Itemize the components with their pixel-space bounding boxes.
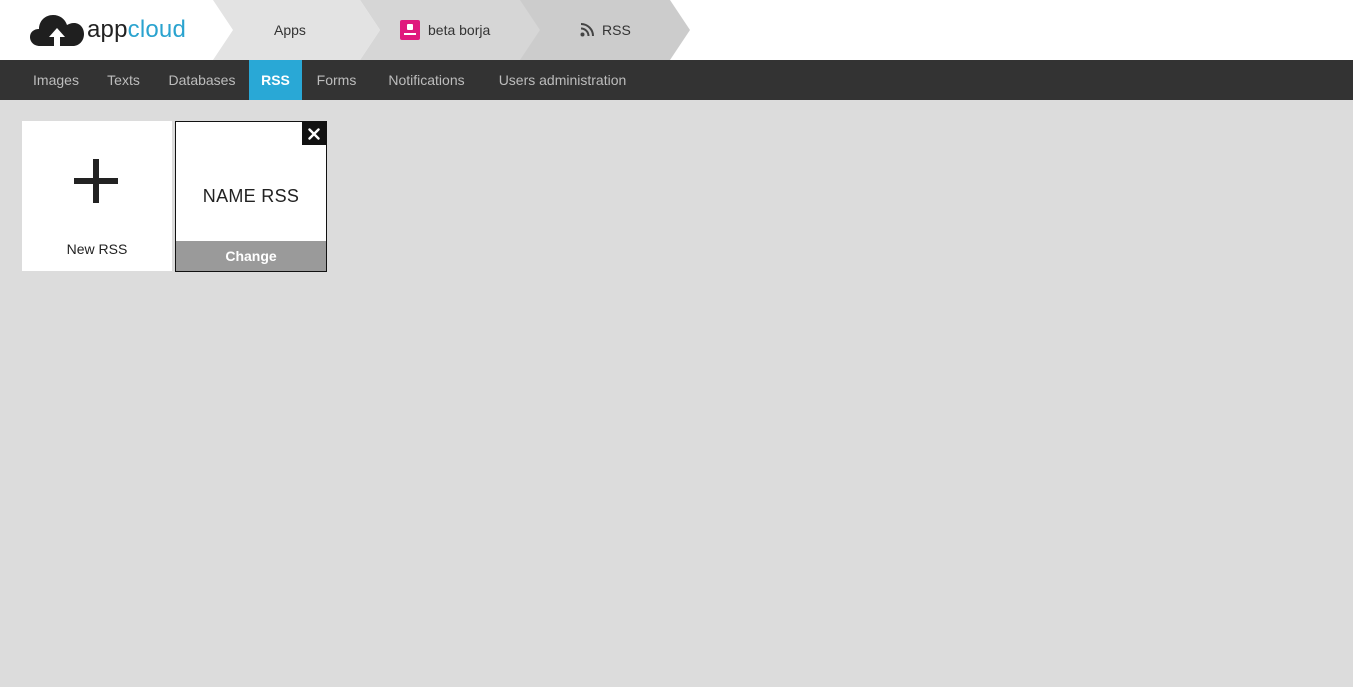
breadcrumb-rss[interactable]: RSS bbox=[580, 0, 631, 60]
breadcrumb-apps[interactable]: Apps bbox=[274, 0, 306, 60]
close-icon bbox=[308, 127, 320, 140]
rss-feed-name: NAME RSS bbox=[202, 186, 300, 206]
new-rss-label: New RSS bbox=[66, 241, 128, 257]
delete-rss-button[interactable] bbox=[302, 122, 326, 145]
breadcrumb-app-label: beta borja bbox=[428, 22, 491, 38]
logo-text-app: app bbox=[87, 16, 128, 43]
breadcrumb-apps-label: Apps bbox=[274, 22, 306, 38]
app-header: appcloud Apps beta borja RSS bbox=[0, 0, 1353, 60]
main-nav: Images Texts Databases RSS Forms Notific… bbox=[0, 60, 1353, 100]
app-icon bbox=[400, 20, 420, 40]
logo-wordmark: appcloud bbox=[87, 16, 186, 44]
nav-item-notifications[interactable]: Notifications bbox=[373, 60, 480, 100]
nav-item-rss[interactable]: RSS bbox=[249, 60, 302, 100]
nav-item-texts[interactable]: Texts bbox=[96, 60, 151, 100]
nav-item-databases[interactable]: Databases bbox=[159, 60, 245, 100]
breadcrumb-rss-label: RSS bbox=[602, 22, 631, 38]
plus-icon bbox=[74, 159, 118, 203]
change-button[interactable]: Change bbox=[176, 241, 326, 271]
rss-feed-tile[interactable]: NAME RSS Change bbox=[175, 121, 327, 272]
rss-icon bbox=[580, 23, 594, 37]
breadcrumb-app[interactable]: beta borja bbox=[400, 0, 490, 60]
cloud-upload-icon bbox=[30, 15, 84, 46]
new-rss-tile[interactable]: New RSS bbox=[22, 121, 172, 271]
logo-text-cloud: cloud bbox=[127, 16, 187, 43]
nav-item-images[interactable]: Images bbox=[22, 60, 90, 100]
nav-item-forms[interactable]: Forms bbox=[306, 60, 367, 100]
nav-item-users-administration[interactable]: Users administration bbox=[488, 60, 637, 100]
appcloud-logo[interactable]: appcloud bbox=[30, 12, 186, 48]
